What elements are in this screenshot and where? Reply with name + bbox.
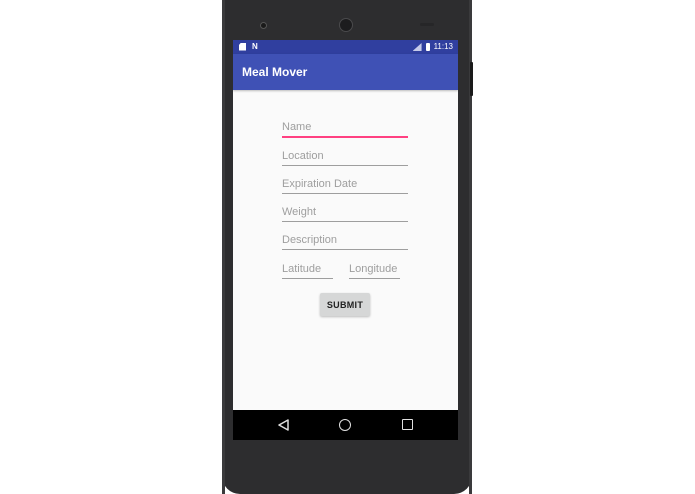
navigation-bar: [233, 410, 458, 440]
expiration-date-input[interactable]: [282, 177, 408, 194]
proximity-sensor: [420, 23, 434, 26]
description-input[interactable]: [282, 233, 408, 250]
longitude-input[interactable]: [349, 262, 400, 279]
status-right-icons: 11:13: [412, 42, 453, 52]
earpiece-speaker: [339, 18, 353, 32]
status-bar: N 11:13: [233, 40, 458, 54]
submit-button[interactable]: SUBMIT: [320, 293, 370, 316]
app-bar: Meal Mover: [233, 54, 458, 90]
back-icon[interactable]: [278, 419, 289, 431]
battery-icon: [425, 43, 430, 51]
weight-input[interactable]: [282, 205, 408, 222]
app-title: Meal Mover: [242, 65, 308, 79]
status-left-icons: N: [239, 42, 258, 51]
location-input[interactable]: [282, 149, 408, 166]
sim-card-icon: [239, 42, 246, 51]
status-time: 11:13: [433, 42, 453, 51]
latitude-input[interactable]: [282, 262, 333, 279]
name-input[interactable]: [282, 120, 408, 138]
phone-edge-left: [222, 0, 225, 494]
n-notification-icon: N: [252, 42, 258, 51]
recents-icon[interactable]: [402, 419, 413, 430]
signal-icon: [412, 43, 422, 51]
front-camera-icon: [260, 22, 267, 29]
device-screen: N 11:13 Meal Mover SUBMIT: [233, 40, 458, 440]
home-icon[interactable]: [339, 419, 351, 431]
power-button: [470, 62, 473, 96]
